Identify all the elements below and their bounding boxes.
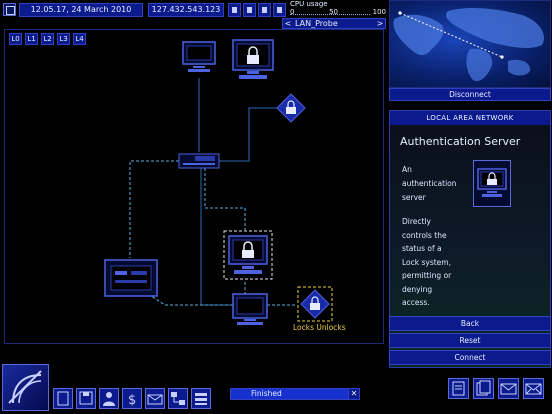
network-view: L0 L1 L2 L3 L4 Locks Unlocks	[4, 29, 384, 344]
disconnect-button[interactable]: Disconnect	[389, 88, 551, 101]
network-diagram	[104, 39, 333, 325]
detail-line: permitting or	[402, 271, 452, 280]
notes-icon[interactable]	[448, 378, 469, 399]
cpu-scale-min: 0	[290, 8, 295, 16]
status-bar: Finished	[230, 388, 360, 400]
lock-node-label: Locks Unlocks	[293, 323, 346, 332]
detail-line: Lock system,	[402, 257, 451, 267]
connect-button[interactable]: Connect	[389, 350, 551, 365]
date-time: 12.05.17, 24 March 2010	[19, 3, 143, 17]
gateway-node[interactable]	[276, 93, 306, 123]
link-router-switchboard	[129, 160, 179, 258]
messages-icon[interactable]	[523, 378, 544, 399]
terminal-node[interactable]	[182, 41, 216, 72]
svg-text:$: $	[128, 393, 136, 408]
back-button[interactable]: Back	[389, 316, 551, 331]
world-map	[389, 0, 551, 88]
detail-line: denying	[402, 284, 433, 294]
router-node[interactable]	[178, 153, 220, 169]
lan-header: LOCAL AREA NETWORK	[390, 111, 550, 125]
node-details: Directly controls the status of a Lock s…	[402, 215, 482, 310]
detail-line: access.	[402, 298, 430, 307]
email-icon[interactable]	[498, 378, 519, 399]
auth-server-icon	[473, 160, 511, 207]
fast-forward-button[interactable]	[258, 3, 271, 17]
link-client-switchboard	[144, 291, 233, 306]
tool-user-icon[interactable]	[99, 388, 119, 409]
pause-button[interactable]	[228, 3, 241, 17]
tool-document-icon[interactable]	[53, 388, 73, 409]
files-icon[interactable]	[473, 378, 494, 399]
lock-device-node[interactable]	[297, 286, 333, 322]
lan-target-label: LAN_Probe	[295, 19, 338, 28]
menu-icon[interactable]	[3, 3, 16, 16]
switchboard-node[interactable]	[104, 259, 158, 297]
status-close-button[interactable]: ✕	[348, 388, 360, 400]
status-text: Finished	[251, 389, 282, 398]
cpu-scale-max: 100	[372, 8, 386, 16]
reset-button[interactable]: Reset	[389, 333, 551, 348]
play-button[interactable]	[243, 3, 256, 17]
node-description: An authentication server	[402, 163, 472, 205]
top-bar: 12.05.17, 24 March 2010 127.432.543.123 …	[0, 0, 390, 18]
tool-save-icon[interactable]	[76, 388, 96, 409]
desc-line: An	[402, 165, 412, 174]
link-router-auth	[204, 168, 246, 230]
node-title: Authentication Server	[400, 135, 521, 148]
lan-next-button[interactable]: >	[375, 19, 385, 28]
auth-server-node[interactable]	[223, 230, 273, 280]
lan-prev-button[interactable]: <	[283, 19, 293, 28]
ip-address: 127.432.543.123	[148, 3, 224, 17]
world-map-graphic	[393, 8, 544, 82]
detail-line: Directly	[402, 217, 431, 226]
link-router-client	[200, 168, 233, 306]
link-router-gateway	[219, 107, 280, 162]
detail-line: status of a	[402, 244, 442, 253]
tool-mail-icon[interactable]	[145, 388, 165, 409]
tool-database-icon[interactable]	[191, 388, 211, 409]
tool-network-icon[interactable]	[168, 388, 188, 409]
locked-server-node[interactable]	[232, 39, 274, 79]
desc-line: server	[402, 193, 426, 202]
detail-line: controls the	[402, 230, 447, 240]
lan-selector: < LAN_Probe >	[282, 18, 386, 29]
cpu-scale: 0 50 100	[290, 8, 386, 16]
cpu-usage-label: CPU usage	[290, 0, 328, 8]
tool-finance-icon[interactable]: $	[122, 388, 142, 409]
desc-line: authentication	[402, 179, 457, 188]
client-terminal-node[interactable]	[232, 293, 268, 325]
main-menu-icon[interactable]	[2, 364, 49, 411]
skip-button[interactable]	[273, 3, 286, 17]
cpu-scale-mid: 50	[329, 8, 338, 16]
